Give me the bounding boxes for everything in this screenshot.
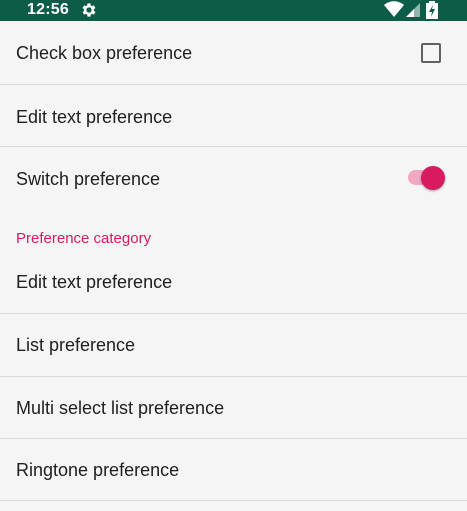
status-bar: 12:56 [0, 0, 467, 21]
divider [0, 500, 467, 501]
ringtone-preference[interactable]: Ringtone preference [0, 439, 467, 501]
category-edit-text-preference[interactable]: Edit text preference [0, 252, 467, 313]
battery-icon [426, 1, 438, 19]
check-box-preference[interactable]: Check box preference [0, 21, 467, 85]
wifi-icon [384, 1, 404, 17]
switch-preference-title: Switch preference [16, 169, 161, 189]
category-edit-text-preference-title: Edit text preference [16, 272, 173, 292]
status-time: 12:56 [27, 1, 69, 18]
edit-text-preference[interactable]: Edit text preference [0, 85, 467, 147]
preference-category-title: Preference category [16, 230, 152, 247]
switch-preference[interactable]: Switch preference [0, 147, 467, 211]
list-preference[interactable]: List preference [0, 314, 467, 376]
multi-select-list-preference-title: Multi select list preference [16, 398, 225, 418]
edit-text-preference-title: Edit text preference [16, 107, 173, 127]
multi-select-list-preference[interactable]: Multi select list preference [0, 377, 467, 438]
signal-icon [406, 3, 420, 17]
list-preference-title: List preference [16, 335, 136, 355]
check-box[interactable] [421, 43, 441, 63]
switch-thumb[interactable] [421, 166, 445, 190]
check-box-preference-title: Check box preference [16, 43, 193, 63]
ringtone-preference-title: Ringtone preference [16, 460, 180, 480]
gear-icon [82, 3, 96, 17]
